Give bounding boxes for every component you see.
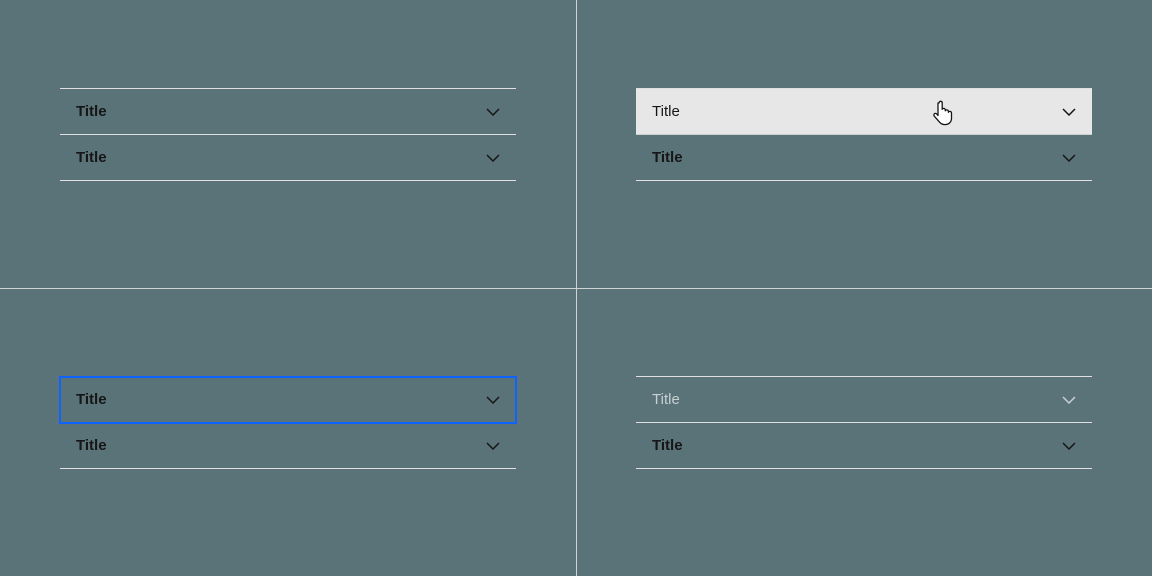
- accordion-list: Title Title: [636, 376, 1092, 469]
- accordion-list: Title Title: [636, 88, 1092, 181]
- accordion-title: Title: [652, 391, 680, 408]
- accordion-state-focus: Title Title: [0, 288, 576, 576]
- accordion-list: Title Title: [60, 88, 516, 181]
- chevron-down-icon: [486, 442, 500, 450]
- accordion-item[interactable]: Title: [60, 135, 516, 181]
- accordion-state-disabled: Title Title: [576, 288, 1152, 576]
- accordion-list: Title Title: [60, 376, 516, 469]
- chevron-down-icon: [1062, 108, 1076, 116]
- chevron-down-icon: [486, 396, 500, 404]
- accordion-item[interactable]: Title: [636, 423, 1092, 469]
- chevron-down-icon: [1062, 396, 1076, 404]
- accordion-item[interactable]: Title: [60, 89, 516, 135]
- accordion-item[interactable]: Title: [60, 423, 516, 469]
- accordion-title: Title: [652, 103, 680, 120]
- accordion-state-hover: Title Title: [576, 0, 1152, 288]
- accordion-item-disabled: Title: [636, 377, 1092, 423]
- accordion-item[interactable]: Title: [636, 135, 1092, 181]
- accordion-title: Title: [76, 103, 107, 120]
- grid-divider-horizontal: [0, 288, 1152, 289]
- chevron-down-icon: [486, 154, 500, 162]
- accordion-title: Title: [652, 149, 683, 166]
- chevron-down-icon: [1062, 442, 1076, 450]
- accordion-title: Title: [652, 437, 683, 454]
- accordion-item-focus[interactable]: Title: [60, 377, 516, 423]
- chevron-down-icon: [1062, 154, 1076, 162]
- accordion-title: Title: [76, 437, 107, 454]
- accordion-title: Title: [76, 391, 107, 408]
- accordion-state-default: Title Title: [0, 0, 576, 288]
- chevron-down-icon: [486, 108, 500, 116]
- accordion-title: Title: [76, 149, 107, 166]
- accordion-item-hover[interactable]: Title: [636, 89, 1092, 135]
